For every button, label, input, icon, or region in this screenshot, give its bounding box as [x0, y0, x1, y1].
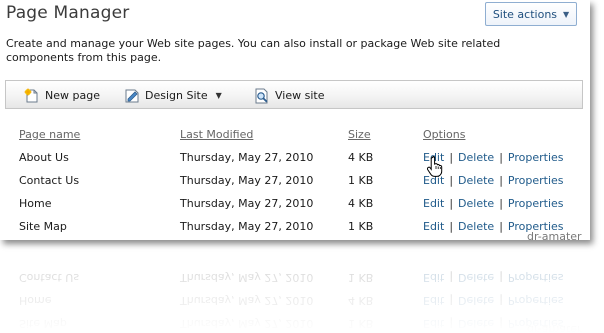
properties-link: Properties — [507, 294, 564, 307]
properties-link[interactable]: Properties — [508, 151, 564, 164]
size-cell: 4 KB — [348, 294, 374, 307]
properties-link: Properties — [507, 271, 564, 284]
column-header-options[interactable]: Options — [423, 128, 465, 141]
size-cell: 1 KB — [348, 174, 374, 187]
size-cell: 4 KB — [348, 197, 374, 210]
separator: | — [499, 294, 503, 307]
separator: | — [499, 151, 503, 164]
row-options: Edit | Delete | Properties — [423, 294, 564, 307]
size-cell: 1 KB — [348, 317, 374, 330]
page-name-cell: Site Map — [19, 220, 67, 233]
edit-link: Edit — [423, 271, 445, 284]
separator: | — [449, 271, 454, 284]
delete-link: Delete — [458, 317, 495, 330]
design-site-icon — [124, 88, 140, 104]
last-modified-cell: Thursday, May 27, 2010 — [180, 174, 314, 187]
view-site-button[interactable]: View site — [254, 87, 324, 104]
last-modified-cell: Thursday, May 27, 2010 — [180, 220, 314, 233]
separator: | — [499, 317, 503, 330]
delete-link[interactable]: Delete — [458, 174, 494, 187]
last-modified-cell: Thursday, May 27, 2010 — [180, 197, 314, 210]
column-header-last-modified[interactable]: Last Modified — [180, 128, 253, 141]
edit-link: Edit — [423, 294, 445, 307]
delete-link[interactable]: Delete — [458, 151, 494, 164]
edit-link[interactable]: Edit — [423, 197, 444, 210]
view-site-icon — [254, 88, 270, 104]
separator: | — [449, 197, 454, 210]
page-description: Create and manage your Web site pages. Y… — [6, 37, 501, 64]
watermark-text: dr-amater — [527, 323, 582, 333]
last-modified-cell: Thursday, May 27, 2010 — [180, 294, 314, 307]
design-site-button[interactable]: Design Site ▼ — [124, 87, 222, 104]
page-name-cell: Home — [19, 294, 52, 307]
column-header-page-name[interactable]: Page name — [19, 128, 80, 141]
last-modified-cell: Thursday, May 27, 2010 — [180, 271, 314, 284]
page-name-cell: Home — [19, 197, 52, 210]
page-title: Page Manager — [6, 3, 130, 23]
separator: | — [449, 220, 454, 233]
separator: | — [499, 197, 503, 210]
delete-link[interactable]: Delete — [458, 197, 494, 210]
site-actions-button[interactable]: Site actions ▼ — [485, 2, 577, 26]
design-site-label: Design Site — [145, 89, 208, 102]
separator: | — [449, 317, 454, 330]
edit-link: Edit — [423, 317, 445, 330]
delete-link[interactable]: Delete — [458, 220, 494, 233]
delete-link: Delete — [458, 294, 495, 307]
separator: | — [499, 271, 503, 284]
page-name-cell: Site Map — [19, 317, 67, 330]
separator: | — [449, 174, 454, 187]
page-name-cell: About Us — [19, 151, 69, 164]
view-site-label: View site — [275, 89, 325, 102]
chevron-down-icon: ▼ — [215, 91, 222, 100]
last-modified-cell: Thursday, May 27, 2010 — [180, 317, 314, 330]
new-page-icon — [24, 88, 40, 104]
separator: | — [449, 294, 454, 307]
size-cell: 1 KB — [348, 271, 374, 284]
row-options: Edit | Delete | Properties — [423, 271, 564, 284]
size-cell: 4 KB — [348, 151, 374, 164]
separator: | — [499, 174, 503, 187]
page-name-cell: Contact Us — [19, 174, 80, 187]
edit-link[interactable]: Edit — [423, 220, 444, 233]
size-cell: 1 KB — [348, 220, 374, 233]
chevron-down-icon: ▼ — [563, 9, 570, 19]
hand-cursor-icon — [426, 155, 447, 181]
last-modified-cell: Thursday, May 27, 2010 — [180, 151, 314, 164]
page-name-cell: Contact Us — [19, 271, 80, 284]
panel-reflection: Site Map Thursday, May 27, 2010 1 KB Edi… — [0, 257, 604, 333]
watermark-text: dr-amater — [527, 230, 582, 243]
new-page-button[interactable]: New page — [24, 87, 100, 104]
toolbar: New page Design Site ▼ View site — [5, 80, 583, 109]
page-manager-panel: Page Manager Site actions ▼ Create and m… — [0, 0, 590, 240]
new-page-label: New page — [45, 89, 100, 102]
delete-link: Delete — [458, 271, 495, 284]
site-actions-label: Site actions — [492, 7, 558, 21]
properties-link[interactable]: Properties — [508, 197, 564, 210]
column-header-size[interactable]: Size — [348, 128, 371, 141]
row-options: Edit | Delete | Properties — [423, 197, 564, 210]
properties-link[interactable]: Properties — [508, 174, 564, 187]
separator: | — [499, 220, 503, 233]
separator: | — [449, 151, 454, 164]
